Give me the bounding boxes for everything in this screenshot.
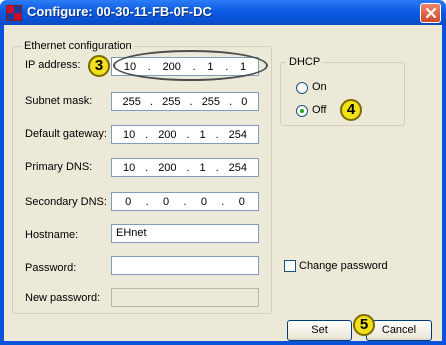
app-icon bbox=[6, 5, 22, 21]
hostname-input[interactable]: EHnet bbox=[111, 224, 259, 243]
dhcp-off-radio[interactable] bbox=[296, 105, 308, 117]
ip-highlight-oval bbox=[113, 50, 268, 81]
annotation-marker-3: 3 bbox=[88, 55, 110, 77]
primary-dns-octet-3: 1 bbox=[199, 161, 206, 174]
new-password-input bbox=[111, 288, 259, 307]
ip-address-label: IP address: bbox=[25, 59, 81, 71]
subnet-octet-4: 0 bbox=[241, 95, 248, 108]
subnet-mask-field[interactable]: 255. 255. 255. 0 bbox=[111, 92, 259, 111]
subnet-octet-1: 255 bbox=[122, 95, 141, 108]
secondary-dns-octet-2: 0 bbox=[163, 195, 170, 208]
hostname-value: EHnet bbox=[116, 227, 147, 239]
primary-dns-octet-1: 10 bbox=[122, 161, 136, 174]
cancel-button[interactable]: Cancel bbox=[366, 320, 432, 341]
dhcp-group-label: DHCP bbox=[286, 56, 324, 68]
primary-dns-field[interactable]: 10. 200. 1. 254 bbox=[111, 158, 259, 177]
annotation-marker-5: 5 bbox=[353, 314, 375, 336]
window-title: Configure: 00-30-11-FB-0F-DC bbox=[27, 4, 212, 19]
subnet-octet-3: 255 bbox=[201, 95, 221, 108]
password-label: Password: bbox=[25, 262, 77, 274]
secondary-dns-label: Secondary DNS: bbox=[25, 196, 107, 208]
title-bar[interactable]: Configure: 00-30-11-FB-0F-DC bbox=[0, 0, 446, 25]
password-input[interactable] bbox=[111, 256, 259, 275]
set-button[interactable]: Set bbox=[287, 320, 352, 341]
close-button[interactable] bbox=[420, 3, 441, 23]
dhcp-off-label[interactable]: Off bbox=[312, 104, 326, 116]
gateway-octet-3: 1 bbox=[199, 128, 206, 141]
dhcp-on-label[interactable]: On bbox=[312, 81, 327, 93]
hostname-label: Hostname: bbox=[25, 229, 79, 241]
dhcp-on-radio[interactable] bbox=[296, 82, 308, 94]
gateway-octet-2: 200 bbox=[158, 128, 177, 141]
subnet-mask-label: Subnet mask: bbox=[25, 95, 93, 107]
annotation-marker-4: 4 bbox=[340, 99, 362, 121]
default-gateway-label: Default gateway: bbox=[25, 128, 107, 140]
primary-dns-octet-4: 254 bbox=[228, 161, 247, 174]
default-gateway-field[interactable]: 10. 200. 1. 254 bbox=[111, 125, 259, 144]
new-password-label: New password: bbox=[25, 292, 101, 304]
subnet-octet-2: 255 bbox=[162, 95, 181, 108]
ethernet-configuration-label: Ethernet configuration bbox=[22, 40, 134, 52]
change-password-checkbox[interactable] bbox=[284, 260, 296, 272]
gateway-octet-1: 10 bbox=[122, 128, 136, 141]
gateway-octet-4: 254 bbox=[228, 128, 247, 141]
close-icon bbox=[425, 7, 437, 19]
change-password-label[interactable]: Change password bbox=[299, 260, 388, 272]
primary-dns-label: Primary DNS: bbox=[25, 161, 93, 173]
secondary-dns-octet-4: 0 bbox=[238, 195, 245, 208]
secondary-dns-octet-3: 0 bbox=[200, 195, 207, 208]
secondary-dns-field[interactable]: 0. 0. 0. 0 bbox=[111, 192, 259, 211]
primary-dns-octet-2: 200 bbox=[158, 161, 177, 174]
secondary-dns-octet-1: 0 bbox=[125, 195, 132, 208]
